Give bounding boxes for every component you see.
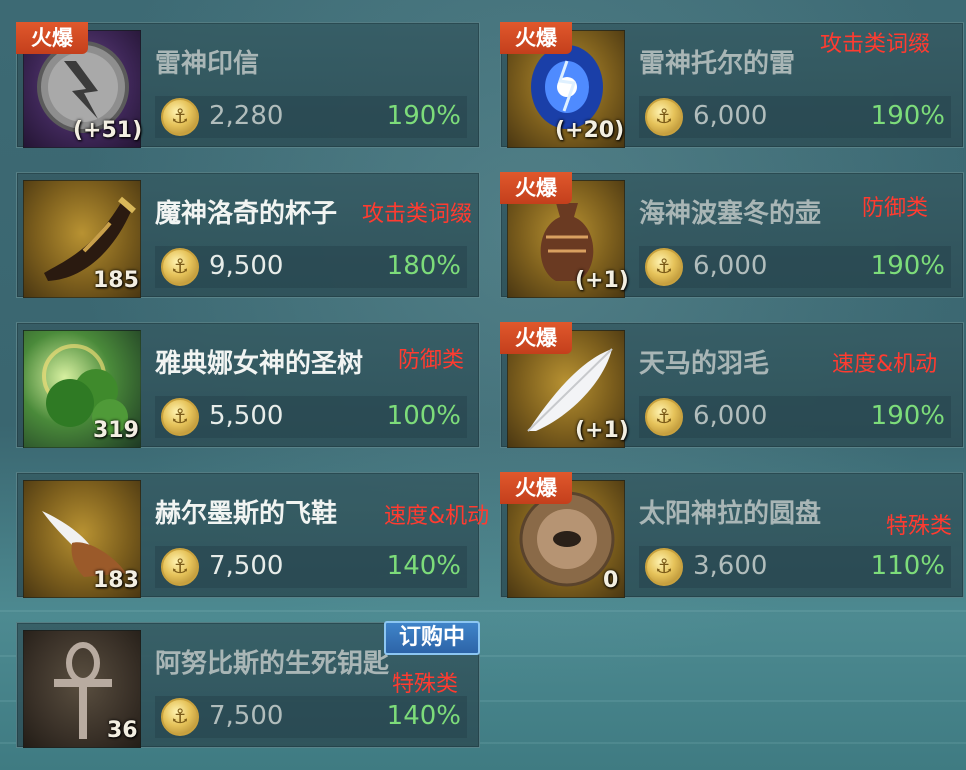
item-card-moshen-luoqi[interactable]: 185 魔神洛奇的杯子 9,500 180% xyxy=(16,172,480,298)
hot-badge: 火爆 xyxy=(500,172,572,204)
item-card-tianma-yumao[interactable]: (+1) 火爆 天马的羽毛 6,000 190% xyxy=(500,322,964,448)
item-quantity: 36 xyxy=(107,718,138,743)
price-row: 3,600 110% xyxy=(639,546,951,588)
price-row: 5,500 100% xyxy=(155,396,467,438)
item-name: 阿努比斯的生死钥匙 xyxy=(155,649,390,679)
price-row: 2,280 190% xyxy=(155,96,467,138)
anchor-coin-icon xyxy=(161,398,199,436)
item-card-yadiana-shengshu[interactable]: 319 雅典娜女神的圣树 5,500 100% xyxy=(16,322,480,448)
category-tag: 速度&机动 xyxy=(384,504,490,529)
item-percent: 140% xyxy=(386,701,461,731)
item-quantity: 183 xyxy=(93,568,139,593)
hot-badge: 火爆 xyxy=(500,22,572,54)
item-quantity: 0 xyxy=(603,568,619,593)
anchor-coin-icon xyxy=(161,698,199,736)
item-percent: 190% xyxy=(870,101,945,131)
item-price: 7,500 xyxy=(209,551,284,581)
item-quantity: (+1) xyxy=(575,418,629,443)
category-tag: 速度&机动 xyxy=(832,352,938,377)
anchor-coin-icon xyxy=(645,248,683,286)
anchor-coin-icon xyxy=(645,398,683,436)
item-card-leishen-yinxin[interactable]: (+51) 火爆 雷神印信 2,280 190% xyxy=(16,22,480,148)
anchor-coin-icon xyxy=(161,548,199,586)
price-row: 7,500 140% xyxy=(155,696,467,738)
item-quantity: (+51) xyxy=(73,118,143,143)
item-name: 赫尔墨斯的飞鞋 xyxy=(155,499,338,529)
item-quantity: (+20) xyxy=(555,118,625,143)
hot-badge: 火爆 xyxy=(500,472,572,504)
item-name: 海神波塞冬的壶 xyxy=(639,199,822,229)
category-tag: 特殊类 xyxy=(886,514,953,539)
item-name: 雷神托尔的雷 xyxy=(639,49,796,79)
item-quantity: 319 xyxy=(93,418,139,443)
item-price: 3,600 xyxy=(693,551,768,581)
item-price: 7,500 xyxy=(209,701,284,731)
item-quantity: (+1) xyxy=(575,268,629,293)
item-name: 天马的羽毛 xyxy=(639,349,770,379)
price-row: 6,000 190% xyxy=(639,96,951,138)
item-price: 2,280 xyxy=(209,101,284,131)
item-percent: 190% xyxy=(870,401,945,431)
price-row: 6,000 190% xyxy=(639,396,951,438)
item-percent: 180% xyxy=(386,251,461,281)
price-row: 7,500 140% xyxy=(155,546,467,588)
anchor-coin-icon xyxy=(161,98,199,136)
category-tag: 防御类 xyxy=(862,196,929,221)
anchor-coin-icon xyxy=(645,98,683,136)
anchor-coin-icon xyxy=(161,248,199,286)
subscribe-status-badge: 订购中 xyxy=(384,621,480,655)
item-percent: 100% xyxy=(386,401,461,431)
item-percent: 140% xyxy=(386,551,461,581)
item-quantity: 185 xyxy=(93,268,139,293)
price-row: 6,000 190% xyxy=(639,246,951,288)
item-price: 6,000 xyxy=(693,251,768,281)
item-price: 6,000 xyxy=(693,101,768,131)
category-tag: 攻击类词缀 xyxy=(820,32,931,57)
hot-badge: 火爆 xyxy=(16,22,88,54)
item-price: 9,500 xyxy=(209,251,284,281)
category-tag: 特殊类 xyxy=(392,672,459,697)
category-tag: 防御类 xyxy=(398,348,465,373)
item-percent: 110% xyxy=(870,551,945,581)
item-name: 雅典娜女神的圣树 xyxy=(155,349,364,379)
item-card-heermosi-feixie[interactable]: 183 赫尔墨斯的飞鞋 7,500 140% xyxy=(16,472,480,598)
item-name: 雷神印信 xyxy=(155,49,260,79)
category-tag: 攻击类词缀 xyxy=(362,202,473,227)
item-price: 6,000 xyxy=(693,401,768,431)
anchor-coin-icon xyxy=(645,548,683,586)
item-percent: 190% xyxy=(870,251,945,281)
item-name: 魔神洛奇的杯子 xyxy=(155,199,338,229)
item-price: 5,500 xyxy=(209,401,284,431)
price-row: 9,500 180% xyxy=(155,246,467,288)
hot-badge: 火爆 xyxy=(500,322,572,354)
item-percent: 190% xyxy=(386,101,461,131)
item-name: 太阳神拉的圆盘 xyxy=(639,499,822,529)
